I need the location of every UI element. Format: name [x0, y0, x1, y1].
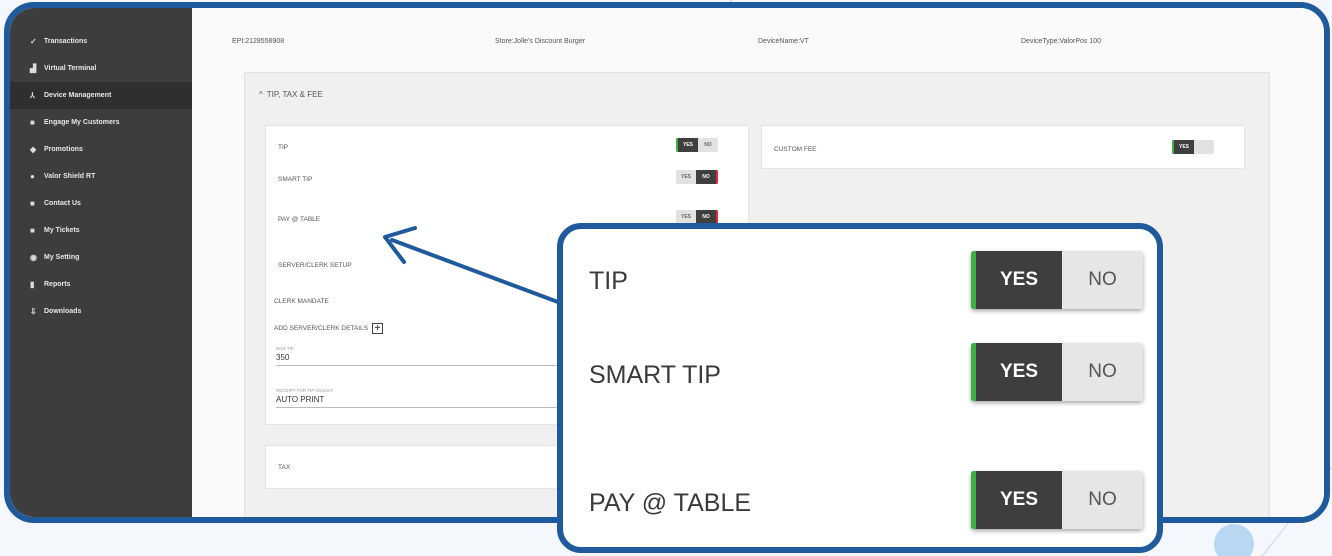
store-text: Store:Jolle's Discount Burger	[495, 38, 586, 45]
custom-fee-no-option[interactable]	[1194, 140, 1214, 154]
smart-tip-no-option[interactable]: NO	[696, 170, 718, 184]
square-icon: ■	[30, 118, 35, 127]
clerk-mandate-label: CLERK MANDATE	[274, 298, 329, 305]
custom-fee-yes-option[interactable]: YES	[1172, 140, 1194, 154]
epi-text: EPI:2128558908	[232, 38, 285, 45]
zoom-callout: TIP YES NO SMART TIP YES NO PAY @ TABLE …	[557, 223, 1163, 553]
tip-label: TIP	[278, 144, 289, 151]
sidebar-item-downloads[interactable]: ⇩ Downloads	[10, 298, 192, 325]
sidebar-item-device-management[interactable]: ⅄ Device Management	[10, 82, 192, 109]
square-icon: ■	[30, 199, 35, 208]
device-name-text: DeviceName:VT	[758, 38, 809, 45]
sidebar-item-my-setting[interactable]: ◉ My Setting	[10, 244, 192, 271]
sidebar-item-label: Engage My Customers	[44, 119, 120, 126]
sidebar-item-label: Valor Shield RT	[44, 173, 96, 180]
sidebar-item-promotions[interactable]: ◆ Promotions	[10, 136, 192, 163]
zoom-smart-tip-row: SMART TIP YES NO	[563, 343, 1157, 403]
sidebar-item-label: Device Management	[44, 92, 112, 99]
pay-table-toggle[interactable]: YES NO	[676, 210, 718, 224]
tag-icon: ◆	[30, 145, 37, 154]
device-type-text: DeviceType:ValorPos 100	[1021, 38, 1102, 45]
receipt-value: AUTO PRINT	[276, 395, 325, 404]
zoom-pay-table-label: PAY @ TABLE	[589, 489, 752, 517]
zoom-smart-tip-toggle[interactable]: YES NO	[971, 343, 1143, 401]
sidebar-item-label: My Setting	[44, 254, 80, 261]
zoom-smart-tip-yes-option[interactable]: YES	[971, 343, 1062, 401]
tip-yes-option[interactable]: YES	[676, 138, 698, 152]
zoom-smart-tip-label: SMART TIP	[589, 361, 721, 389]
zoom-pay-table-toggle[interactable]: YES NO	[971, 471, 1143, 529]
sidebar-item-label: Downloads	[44, 308, 82, 315]
sidebar-item-label: Contact Us	[44, 200, 81, 207]
sidebar-item-my-tickets[interactable]: ■ My Tickets	[10, 217, 192, 244]
sidebar: ✓ Transactions ▟ Virtual Terminal ⅄ Device …	[10, 8, 192, 517]
sidebar-item-label: Promotions	[44, 146, 83, 153]
sidebar-item-virtual-terminal[interactable]: ▟ Virtual Terminal	[10, 55, 192, 82]
zoom-pay-table-no-option[interactable]: NO	[1062, 471, 1143, 529]
zoom-smart-tip-no-option[interactable]: NO	[1062, 343, 1143, 401]
person-icon: ⅄	[30, 91, 35, 100]
tip-no-option[interactable]: NO	[698, 138, 718, 152]
custom-fee-toggle[interactable]: YES	[1172, 140, 1214, 154]
square-icon: ■	[30, 226, 35, 235]
zoom-tip-yes-option[interactable]: YES	[971, 251, 1062, 309]
add-server-row: ADD SERVER/CLERK DETAILS +	[274, 323, 384, 334]
check-icon: ✓	[30, 37, 37, 46]
zoom-tip-toggle[interactable]: YES NO	[971, 251, 1143, 309]
sidebar-item-engage-my-customers[interactable]: ■ Engage My Customers	[10, 109, 192, 136]
pay-table-no-option[interactable]: NO	[696, 210, 718, 224]
receipt-field-label: RECEIPT FOR TIP ADJUST	[276, 388, 333, 393]
sidebar-item-label: My Tickets	[44, 227, 80, 234]
section-title: TIP, TAX & FEE	[266, 89, 323, 99]
custom-fee-card: CUSTOM FEE YES	[761, 125, 1245, 169]
pay-table-yes-option[interactable]: YES	[676, 210, 696, 224]
sidebar-item-valor-shield[interactable]: ● Valor Shield RT	[10, 163, 192, 190]
zoom-pay-table-yes-option[interactable]: YES	[971, 471, 1062, 529]
tip-toggle[interactable]: YES NO	[676, 138, 718, 152]
sidebar-item-transactions[interactable]: ✓ Transactions	[10, 28, 192, 55]
zoom-pay-table-row: PAY @ TABLE YES NO	[563, 471, 1157, 533]
sidebar-item-contact-us[interactable]: ■ Contact Us	[10, 190, 192, 217]
zoom-tip-label: TIP	[589, 267, 628, 295]
max-tip-field[interactable]: MAX TIP 350	[276, 346, 566, 366]
smart-tip-toggle[interactable]: YES NO	[676, 170, 718, 184]
custom-fee-label: CUSTOM FEE	[774, 146, 817, 153]
section-header[interactable]: ^ TIP, TAX & FEE	[245, 73, 1269, 115]
max-tip-field-label: MAX TIP	[276, 346, 294, 351]
add-server-label: ADD SERVER/CLERK DETAILS	[274, 325, 369, 332]
server-setup-label: SERVER/CLERK SETUP	[278, 262, 352, 269]
smart-tip-yes-option[interactable]: YES	[676, 170, 696, 184]
download-icon: ⇩	[30, 307, 37, 316]
sidebar-item-reports[interactable]: ▮ Reports	[10, 271, 192, 298]
chevron-up-icon: ^	[259, 89, 263, 99]
add-server-button[interactable]: +	[372, 323, 384, 334]
sidebar-item-label: Transactions	[44, 38, 88, 45]
shield-icon: ●	[30, 172, 35, 181]
sidebar-item-label: Reports	[44, 281, 71, 288]
terminal-icon: ▟	[30, 64, 37, 73]
zoom-tip-row: TIP YES NO	[563, 249, 1157, 309]
receipt-field[interactable]: RECEIPT FOR TIP ADJUST AUTO PRINT	[276, 388, 566, 408]
device-info-row: EPI:2128558908 Store:Jolle's Discount Bu…	[232, 38, 1284, 45]
tax-label: TAX	[278, 464, 291, 471]
gear-icon: ◉	[30, 253, 37, 262]
smart-tip-label: SMART TIP	[278, 176, 313, 183]
background-dot	[1214, 524, 1254, 556]
sidebar-item-label: Virtual Terminal	[44, 65, 97, 72]
document-icon: ▮	[30, 280, 35, 289]
zoom-tip-no-option[interactable]: NO	[1062, 251, 1143, 309]
pay-table-label: PAY @ TABLE	[278, 216, 321, 223]
max-tip-value: 350	[276, 353, 290, 362]
